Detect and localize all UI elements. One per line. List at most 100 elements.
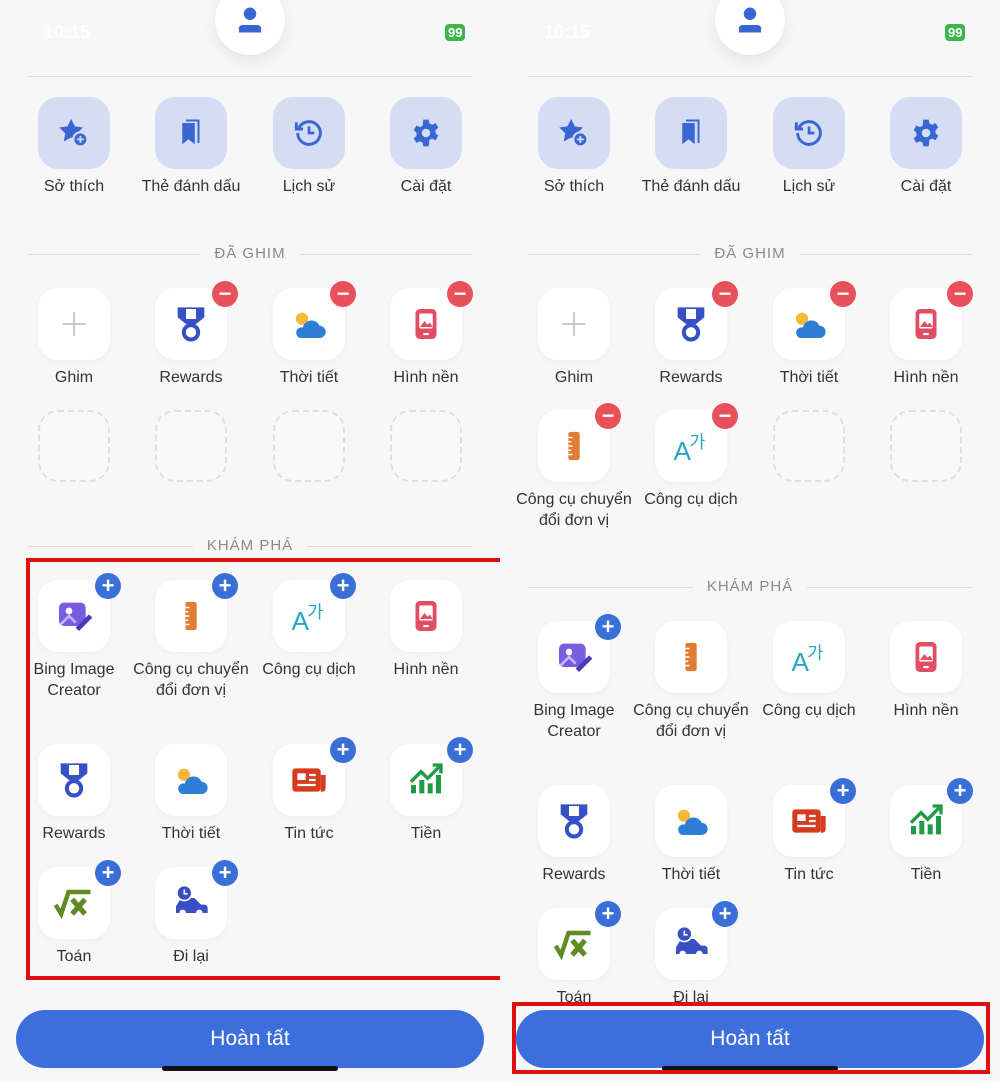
remove-badge-icon[interactable]: − — [947, 281, 973, 307]
tile-ghim[interactable] — [538, 288, 610, 360]
tile-label: Thẻ đánh dấu — [141, 178, 241, 195]
gear-icon — [410, 117, 442, 149]
translate-icon: A가 — [788, 636, 830, 678]
tile-lich-su[interactable] — [773, 97, 845, 169]
money-chart-icon — [906, 801, 946, 841]
add-badge-icon[interactable]: + — [947, 778, 973, 804]
tile-label: Bing Image Creator — [533, 702, 615, 740]
top-divider — [28, 76, 472, 77]
done-button[interactable]: Hoàn tất — [16, 1010, 484, 1068]
tile-hinh-nen[interactable] — [890, 621, 962, 693]
tile-label: Sở thích — [43, 178, 105, 195]
remove-badge-icon[interactable]: − — [447, 281, 473, 307]
top-divider — [528, 76, 972, 77]
battery-indicator: 99 — [945, 24, 966, 41]
tile-label: Công cụ chuyển đổi đơn vị — [516, 491, 632, 529]
tile-label: Thời tiết — [279, 369, 339, 386]
add-badge-icon[interactable]: + — [712, 901, 738, 927]
empty-slot — [773, 410, 845, 482]
math-icon — [552, 922, 596, 966]
tile-the-danh-dau[interactable] — [655, 97, 727, 169]
medal-icon — [554, 801, 594, 841]
add-badge-icon[interactable]: + — [830, 778, 856, 804]
tile-rewards[interactable] — [538, 785, 610, 857]
screen-before: 10:15 99 Sở thích Thẻ đánh dấu Lịch sử Cài đặ… — [0, 0, 500, 1082]
tile-lich-su[interactable] — [273, 97, 345, 169]
history-icon — [293, 117, 325, 149]
tile-cong-cu-chuyen-doi-don-vi[interactable] — [655, 621, 727, 693]
signal-wifi-icon — [888, 26, 938, 38]
wallpaper-icon — [908, 306, 944, 342]
tile-label: Công cụ dịch — [762, 702, 856, 719]
empty-slot — [390, 410, 462, 482]
tile-cai-dat[interactable] — [890, 97, 962, 169]
explore-heading-text: KHÁM PHÁ — [692, 578, 808, 595]
tile-label: Hình nền — [893, 702, 959, 719]
svg-text:가: 가 — [689, 433, 705, 453]
status-time: 10:15 — [44, 22, 91, 42]
star-plus-icon — [557, 116, 591, 150]
tile-label: Ghim — [54, 369, 94, 386]
explore-heading: KHÁM PHÁ — [28, 537, 472, 554]
empty-slot — [155, 410, 227, 482]
pinned-heading: ĐÃ GHIM — [28, 245, 472, 262]
bookmark-icon — [676, 118, 706, 148]
image-creator-icon — [554, 637, 594, 677]
ruler-icon — [557, 429, 591, 463]
medal-icon — [171, 304, 211, 344]
weather-icon — [670, 800, 712, 842]
tile-thoi-tiet[interactable] — [655, 785, 727, 857]
tile-label: Thẻ đánh dấu — [641, 178, 741, 195]
tile-cong-cu-dich[interactable]: A가 — [773, 621, 845, 693]
avatar[interactable] — [715, 0, 785, 55]
signal-wifi-icon — [388, 26, 438, 38]
battery-indicator: 99 — [445, 24, 466, 41]
add-badge-icon[interactable]: + — [595, 901, 621, 927]
status-time: 10:15 — [544, 22, 591, 42]
remove-badge-icon[interactable]: − — [330, 281, 356, 307]
remove-badge-icon[interactable]: − — [212, 281, 238, 307]
remove-badge-icon[interactable]: − — [712, 281, 738, 307]
tile-label: Hình nền — [893, 369, 959, 386]
tile-so-thich[interactable] — [38, 97, 110, 169]
news-icon — [789, 801, 829, 841]
tile-label: Công cụ chuyển đổi đơn vị — [633, 702, 749, 740]
svg-text:가: 가 — [807, 644, 823, 664]
tile-label: Sở thích — [543, 178, 605, 195]
explore-heading-text: KHÁM PHÁ — [192, 537, 308, 554]
empty-slot — [273, 410, 345, 482]
tile-label: Rewards — [659, 369, 723, 386]
highlight-box — [512, 1002, 990, 1074]
tile-cai-dat[interactable] — [390, 97, 462, 169]
remove-badge-icon[interactable]: − — [595, 403, 621, 429]
tile-ghim[interactable] — [38, 288, 110, 360]
translate-icon: A가 — [670, 425, 712, 467]
history-icon — [793, 117, 825, 149]
empty-slot — [890, 410, 962, 482]
plus-icon — [560, 310, 588, 338]
tile-label: Lịch sử — [282, 178, 336, 195]
remove-badge-icon[interactable]: − — [712, 403, 738, 429]
pinned-heading-text: ĐÃ GHIM — [200, 245, 300, 262]
tile-label: Tin tức — [784, 866, 834, 883]
ruler-icon — [674, 640, 708, 674]
avatar[interactable] — [215, 0, 285, 55]
pinned-heading-text: ĐÃ GHIM — [700, 245, 800, 262]
bookmark-icon — [176, 118, 206, 148]
tile-label: Thời tiết — [779, 369, 839, 386]
tile-label: Thời tiết — [661, 866, 721, 883]
highlight-box — [26, 558, 500, 980]
tile-label: Rewards — [159, 369, 223, 386]
remove-badge-icon[interactable]: − — [830, 281, 856, 307]
tile-label: Cài đặt — [900, 178, 952, 195]
add-badge-icon[interactable]: + — [595, 614, 621, 640]
tile-label: Công cụ dịch — [644, 491, 738, 508]
tile-label: Rewards — [542, 866, 606, 883]
tile-the-danh-dau[interactable] — [155, 97, 227, 169]
wallpaper-icon — [408, 306, 444, 342]
empty-slot — [38, 410, 110, 482]
plus-icon — [60, 310, 88, 338]
tile-so-thich[interactable] — [538, 97, 610, 169]
tile-label: Cài đặt — [400, 178, 452, 195]
star-plus-icon — [57, 116, 91, 150]
